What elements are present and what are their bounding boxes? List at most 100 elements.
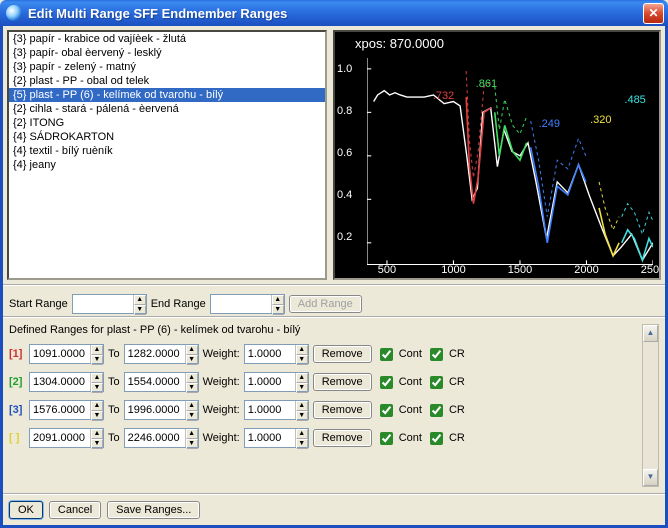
- spin-input[interactable]: ▲▼: [124, 428, 199, 448]
- spectrum-chart[interactable]: xpos: 870.0000 1.00.80.60.40.25001000150…: [333, 30, 661, 280]
- cancel-button[interactable]: Cancel: [49, 501, 101, 519]
- ranges-scrollbar[interactable]: ▲ ▼: [642, 324, 659, 487]
- close-button[interactable]: ✕: [643, 3, 664, 24]
- add-range-button[interactable]: Add Range: [289, 295, 362, 313]
- list-item[interactable]: {2} ITONG: [9, 116, 325, 130]
- spin-input[interactable]: ▲▼: [29, 372, 104, 392]
- spin-down-icon[interactable]: ▼: [296, 411, 308, 421]
- spin-input[interactable]: ▲▼: [124, 400, 199, 420]
- list-item[interactable]: {2} cihla - stará - pálená - èervená: [9, 102, 325, 116]
- titlebar[interactable]: Edit Multi Range SFF Endmember Ranges ✕: [0, 0, 668, 26]
- top-pane: {3} papír - krabice od vajíèek - žlutá{3…: [3, 26, 665, 284]
- x-tick: 1500: [508, 264, 532, 276]
- spin-down-icon[interactable]: ▼: [91, 411, 103, 421]
- cr-checkbox[interactable]: [430, 348, 443, 361]
- scroll-down-icon[interactable]: ▼: [643, 469, 658, 486]
- chart-marker: .732: [433, 90, 454, 102]
- to-label: To: [108, 376, 120, 388]
- spin-down-icon[interactable]: ▼: [134, 305, 146, 315]
- end-range-input[interactable]: ▲▼: [210, 294, 285, 314]
- list-item[interactable]: {3} papír - zelený - matný: [9, 60, 325, 74]
- list-item[interactable]: {3} papír - krabice od vajíèek - žlutá: [9, 32, 325, 46]
- remove-button[interactable]: Remove: [313, 401, 372, 419]
- ok-button[interactable]: OK: [9, 501, 43, 519]
- spin-down-icon[interactable]: ▼: [186, 411, 198, 421]
- spin-up-icon[interactable]: ▲: [91, 373, 103, 383]
- spin-up-icon[interactable]: ▲: [186, 429, 198, 439]
- spin-down-icon[interactable]: ▼: [186, 383, 198, 393]
- remove-button[interactable]: Remove: [313, 345, 372, 363]
- end-range-label: End Range: [151, 298, 206, 310]
- spin-down-icon[interactable]: ▼: [272, 305, 284, 315]
- x-tick: 2000: [574, 264, 598, 276]
- cr-checkbox[interactable]: [430, 432, 443, 445]
- remove-button[interactable]: Remove: [313, 429, 372, 447]
- cont-label: Cont: [399, 348, 422, 360]
- spin-up-icon[interactable]: ▲: [91, 401, 103, 411]
- cont-checkbox[interactable]: [380, 432, 393, 445]
- x-tick: 1000: [441, 264, 465, 276]
- spin-up-icon[interactable]: ▲: [296, 345, 308, 355]
- spin-input[interactable]: ▲▼: [244, 372, 309, 392]
- list-item[interactable]: {2} plast - PP - obal od telek: [9, 74, 325, 88]
- y-tick: 1.0: [337, 63, 352, 75]
- spin-up-icon[interactable]: ▲: [91, 429, 103, 439]
- x-tick: 2500: [641, 264, 661, 276]
- remove-button[interactable]: Remove: [313, 373, 372, 391]
- weight-label: Weight:: [203, 376, 240, 388]
- range-index: [3]: [9, 404, 25, 416]
- spin-up-icon[interactable]: ▲: [186, 373, 198, 383]
- spin-up-icon[interactable]: ▲: [186, 401, 198, 411]
- cr-checkbox[interactable]: [430, 376, 443, 389]
- scroll-up-icon[interactable]: ▲: [643, 325, 658, 342]
- list-item[interactable]: {4} SÁDROKARTON: [9, 130, 325, 144]
- start-range-input[interactable]: ▲▼: [72, 294, 147, 314]
- spin-up-icon[interactable]: ▲: [296, 429, 308, 439]
- spin-input[interactable]: ▲▼: [29, 400, 104, 420]
- y-tick: 0.8: [337, 105, 352, 117]
- list-item[interactable]: {5} plast - PP (6) - kelímek od tvarohu …: [9, 88, 325, 102]
- spin-input[interactable]: ▲▼: [244, 428, 309, 448]
- spin-down-icon[interactable]: ▼: [91, 383, 103, 393]
- weight-label: Weight:: [203, 404, 240, 416]
- y-tick: 0.2: [337, 231, 352, 243]
- spin-down-icon[interactable]: ▼: [91, 439, 103, 449]
- spin-input[interactable]: ▲▼: [124, 344, 199, 364]
- chart-marker: .861: [476, 78, 497, 90]
- chart-marker: .485: [624, 94, 645, 106]
- spin-input[interactable]: ▲▼: [244, 344, 309, 364]
- cont-checkbox[interactable]: [380, 376, 393, 389]
- spin-input[interactable]: ▲▼: [244, 400, 309, 420]
- list-item[interactable]: {3} papír- obal èervený - lesklý: [9, 46, 325, 60]
- spin-up-icon[interactable]: ▲: [296, 373, 308, 383]
- spin-down-icon[interactable]: ▼: [91, 355, 103, 365]
- spin-down-icon[interactable]: ▼: [296, 355, 308, 365]
- spin-down-icon[interactable]: ▼: [186, 355, 198, 365]
- endmember-listbox[interactable]: {3} papír - krabice od vajíèek - žlutá{3…: [7, 30, 327, 280]
- window-title: Edit Multi Range SFF Endmember Ranges: [28, 6, 643, 21]
- chart-marker: .249: [539, 118, 560, 130]
- defined-ranges-pane: Defined Ranges for plast - PP (6) - kelí…: [3, 316, 665, 493]
- cr-checkbox[interactable]: [430, 404, 443, 417]
- cont-label: Cont: [399, 376, 422, 388]
- to-label: To: [108, 432, 120, 444]
- spin-down-icon[interactable]: ▼: [186, 439, 198, 449]
- spin-down-icon[interactable]: ▼: [296, 383, 308, 393]
- spin-up-icon[interactable]: ▲: [296, 401, 308, 411]
- spin-up-icon[interactable]: ▲: [186, 345, 198, 355]
- spin-up-icon[interactable]: ▲: [91, 345, 103, 355]
- save-ranges-button[interactable]: Save Ranges...: [107, 501, 200, 519]
- cont-checkbox[interactable]: [380, 404, 393, 417]
- window-body: {3} papír - krabice od vajíèek - žlutá{3…: [0, 26, 668, 528]
- spin-up-icon[interactable]: ▲: [272, 295, 284, 305]
- start-range-label: Start Range: [9, 298, 68, 310]
- spin-up-icon[interactable]: ▲: [134, 295, 146, 305]
- spin-down-icon[interactable]: ▼: [296, 439, 308, 449]
- cont-label: Cont: [399, 404, 422, 416]
- list-item[interactable]: {4} jeany: [9, 158, 325, 172]
- spin-input[interactable]: ▲▼: [124, 372, 199, 392]
- spin-input[interactable]: ▲▼: [29, 344, 104, 364]
- spin-input[interactable]: ▲▼: [29, 428, 104, 448]
- cont-checkbox[interactable]: [380, 348, 393, 361]
- list-item[interactable]: {4} textil - bílý ruèník: [9, 144, 325, 158]
